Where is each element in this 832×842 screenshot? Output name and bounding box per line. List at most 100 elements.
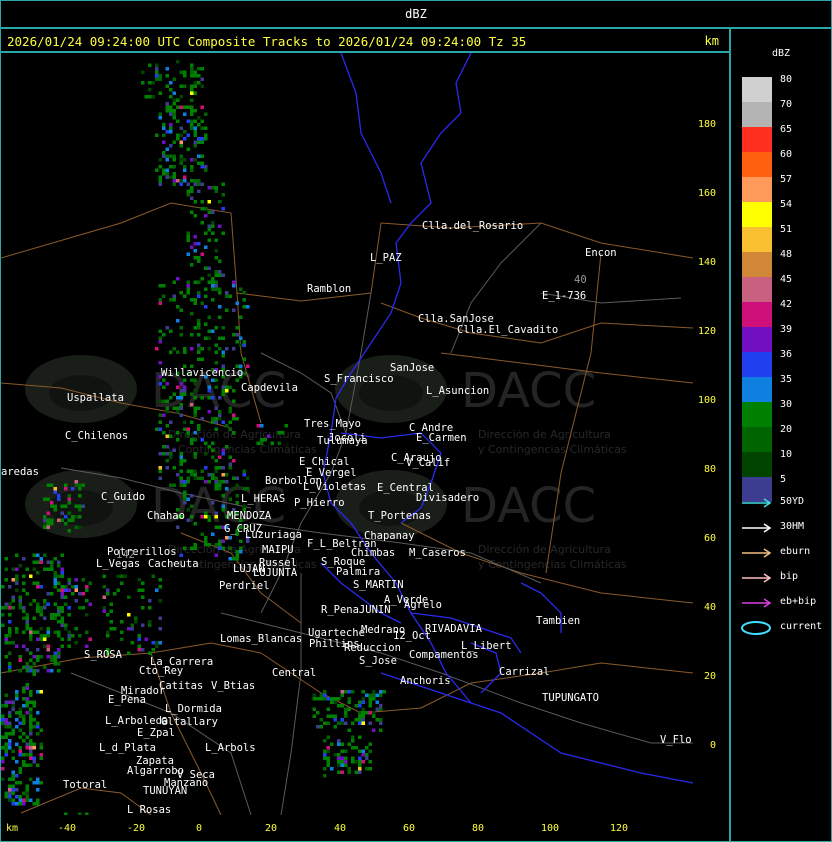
echo-cell (176, 396, 180, 400)
echo-cell (172, 112, 176, 116)
echo-cell (372, 714, 376, 718)
echo-cell (32, 746, 36, 750)
echo-cell (158, 616, 162, 620)
echo-cell (158, 329, 162, 333)
echo-cell (53, 616, 57, 620)
echo-cell (340, 756, 344, 760)
legend-label-80: 80 (780, 74, 793, 85)
echo-cell (340, 704, 344, 708)
echo-cell (372, 697, 376, 701)
echo-cell (221, 539, 225, 543)
echo-cell (337, 763, 341, 767)
echo-cell (186, 497, 190, 501)
echo-cell (127, 613, 131, 617)
echo-cell (60, 511, 64, 515)
echo-cell (204, 452, 208, 456)
echo-cell (106, 630, 110, 634)
echo-cell (207, 518, 211, 522)
echo-cell (32, 581, 36, 585)
echo-cell (183, 130, 187, 134)
echo-cell (340, 718, 344, 722)
echo-cell (8, 602, 12, 606)
echo-cell (235, 333, 239, 337)
echo-cell (270, 441, 274, 445)
echo-cell (228, 420, 232, 424)
echo-cell (186, 133, 190, 137)
echo-cell (53, 508, 57, 512)
echo-cell (204, 168, 208, 172)
echo-cell (64, 627, 68, 631)
legend-track-current: current (740, 621, 830, 635)
echo-cell (25, 742, 29, 746)
echo-cell (207, 266, 211, 270)
watermark-name: DACC (461, 478, 596, 534)
echo-cell (172, 102, 176, 106)
echo-cell (172, 294, 176, 298)
echo-cell (190, 504, 194, 508)
echo-cell (36, 581, 40, 585)
echo-cell (333, 753, 337, 757)
echo-cell (148, 95, 152, 99)
echo-cell (22, 581, 26, 585)
y-tick-label: 60 (704, 533, 717, 544)
echo-cell (29, 763, 33, 767)
echo-cell (361, 760, 365, 764)
echo-cell (200, 137, 204, 141)
echo-cell (158, 179, 162, 183)
echo-cell (200, 182, 204, 186)
echo-cell (4, 641, 8, 645)
echo-cell (190, 473, 194, 477)
echo-cell (326, 721, 330, 725)
echo-cell (323, 749, 327, 753)
echo-cell (365, 711, 369, 715)
echo-cell (365, 746, 369, 750)
echo-cell (207, 445, 211, 449)
echo-cell (53, 585, 57, 589)
echo-cell (85, 585, 89, 589)
echo-cell (8, 784, 12, 788)
echo-cell (179, 382, 183, 386)
echo-cell (260, 441, 264, 445)
echo-cell (207, 336, 211, 340)
echo-cell (29, 630, 33, 634)
echo-cell (29, 753, 33, 757)
echo-cell (11, 578, 15, 582)
echo-cell (179, 133, 183, 137)
echo-cell (165, 175, 169, 179)
echo-cell (25, 620, 29, 624)
echo-cell (214, 476, 218, 480)
echo-cell (323, 767, 327, 771)
place-label: 12_Oct (393, 630, 431, 642)
echo-cell (18, 728, 22, 732)
echo-cell (365, 767, 369, 771)
echo-cell (60, 616, 64, 620)
echo-cell (25, 686, 29, 690)
echo-cell (172, 406, 176, 410)
echo-cell (53, 574, 57, 578)
echo-cell (323, 774, 327, 778)
echo-cell (232, 389, 236, 393)
echo-cell (207, 396, 211, 400)
echo-cell (25, 711, 29, 715)
legend-swatch-39 (742, 327, 772, 352)
echo-cell (186, 291, 190, 295)
echo-cell (162, 172, 166, 176)
radar-map[interactable]: DACC Dirección de Agricultura y Contingenc… (1, 53, 693, 815)
echo-cell (8, 711, 12, 715)
echo-cell (60, 504, 64, 508)
echo-cell (8, 721, 12, 725)
echo-cell (337, 760, 341, 764)
echo-cell (32, 725, 36, 729)
echo-cell (193, 179, 197, 183)
echo-cell (155, 641, 159, 645)
echo-cell (1, 613, 5, 617)
legend-label-5: 5 (780, 474, 787, 485)
echo-cell (235, 301, 239, 305)
echo-cell (193, 214, 197, 218)
echo-cell (211, 298, 215, 302)
place-label: Tulumaya (317, 435, 368, 447)
place-label: Tres_Mayo (304, 418, 361, 430)
echo-cell (232, 459, 236, 463)
echo-cell (29, 777, 33, 781)
echo-cell (197, 182, 201, 186)
